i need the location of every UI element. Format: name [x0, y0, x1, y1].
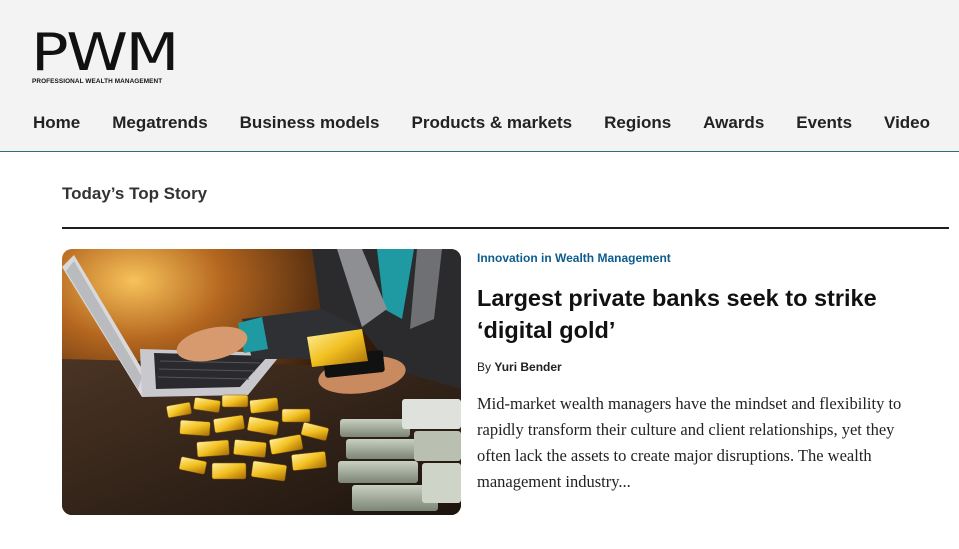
nav-item-awards[interactable]: Awards — [703, 111, 764, 137]
story-category-link[interactable]: Innovation in Wealth Management — [477, 251, 671, 265]
section-title: Today’s Top Story — [62, 184, 208, 203]
nav-item-video[interactable]: Video — [884, 111, 930, 137]
nav-item-products-markets[interactable]: Products & markets — [411, 111, 572, 137]
author-link[interactable]: Yuri Bender — [494, 360, 561, 374]
main-nav: Home Megatrends Business models Products… — [33, 111, 959, 137]
byline-prefix: By — [477, 360, 492, 374]
story-headline-link[interactable]: Largest private banks seek to strike ‘di… — [477, 282, 917, 346]
logo-tagline: PROFESSIONAL WEALTH MANAGEMENT — [32, 78, 163, 85]
logo-mark: PWM — [31, 23, 179, 83]
nav-item-business-models[interactable]: Business models — [240, 111, 380, 137]
nav-item-megatrends[interactable]: Megatrends — [112, 111, 207, 137]
nav-item-events[interactable]: Events — [796, 111, 852, 137]
nav-item-regions[interactable]: Regions — [604, 111, 671, 137]
nav-item-home[interactable]: Home — [33, 111, 80, 137]
story-image[interactable] — [62, 249, 461, 515]
section-divider — [62, 227, 949, 229]
story-summary: Mid-market wealth managers have the mind… — [477, 394, 902, 491]
site-header: PWM PROFESSIONAL WEALTH MANAGEMENT Home … — [0, 0, 959, 152]
story-byline: By Yuri Bender — [477, 360, 562, 374]
pwm-logo[interactable]: PWM PROFESSIONAL WEALTH MANAGEMENT — [31, 27, 179, 87]
